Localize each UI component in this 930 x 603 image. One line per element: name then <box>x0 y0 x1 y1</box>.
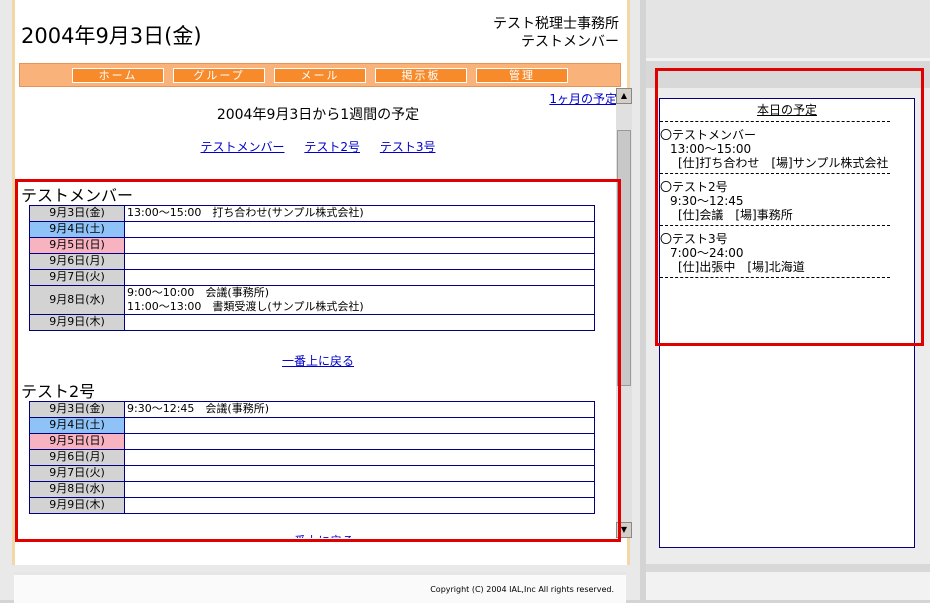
entry-cell: 9:30～12:45 会議(事務所) <box>124 401 595 418</box>
today-entry[interactable]: 〇テストメンバー 13:00～15:00 [仕]打ち合わせ [場]サンプル株式会… <box>660 128 914 170</box>
day-cell: 9月8日(水) <box>29 481 125 498</box>
today-entry-time: 13:00～15:00 <box>670 142 752 156</box>
entry-cell <box>124 497 595 514</box>
nav-mail-button[interactable]: メール <box>274 67 366 83</box>
day-cell: 9月8日(水) <box>29 285 125 315</box>
entry-cell <box>124 417 595 434</box>
today-entry-time: 7:00～24:00 <box>670 246 744 260</box>
divider <box>660 173 890 174</box>
entry-cell: 9:00～10:00 会議(事務所) 11:00～13:00 書類受渡し(サンプ… <box>124 285 595 315</box>
entry-cell <box>124 314 595 331</box>
day-cell: 9月9日(木) <box>29 497 125 514</box>
nav-admin-button[interactable]: 管理 <box>476 67 568 83</box>
back-to-top-link[interactable]: 一番上に戻る <box>282 354 354 368</box>
today-entry-time: 9:30～12:45 <box>670 194 744 208</box>
member-link-test-2[interactable]: テスト2号 <box>304 140 360 154</box>
nav-group-button[interactable]: グループ <box>173 67 265 83</box>
table-row: 9月6日(月) <box>29 253 595 270</box>
table-row: 9月9日(木) <box>29 314 595 331</box>
day-cell: 9月3日(金) <box>29 401 125 418</box>
office-name: テスト税理士事務所 <box>493 16 619 32</box>
day-cell: 9月5日(日) <box>29 237 125 254</box>
table-row: 9月5日(日) <box>29 237 595 254</box>
day-cell: 9月9日(木) <box>29 314 125 331</box>
page-date: 2004年9月3日(金) <box>21 24 202 48</box>
entry-cell <box>124 433 595 450</box>
day-cell: 9月7日(火) <box>29 269 125 286</box>
table-row: 9月6日(月) <box>29 449 595 466</box>
table-row: 9月7日(火) <box>29 465 595 482</box>
week-title: 2004年9月3日から1週間の予定 <box>216 107 420 123</box>
today-entry-name: 〇テスト3号 <box>660 232 728 246</box>
member-links: テストメンバー テスト2号 テスト3号 <box>19 138 617 155</box>
today-entry-name: 〇テストメンバー <box>660 128 757 142</box>
right-frame: 本日の予定 〇テストメンバー 13:00～15:00 [仕]打ち合わせ [場]サ… <box>646 0 930 600</box>
entry-cell <box>124 253 595 270</box>
back-to-top: 一番上に戻る <box>19 352 617 369</box>
office-info: テスト税理士事務所 テストメンバー <box>493 15 619 51</box>
day-cell: 9月4日(土) <box>29 417 125 434</box>
back-to-top-link[interactable]: 一番上に戻る <box>282 534 354 538</box>
nav-bar: ホーム グループ メール 掲示板 管理 <box>19 63 621 87</box>
nav-board-button[interactable]: 掲示板 <box>375 67 467 83</box>
back-to-top: 一番上に戻る <box>19 532 617 538</box>
entry-cell <box>124 481 595 498</box>
right-frame-top <box>646 0 930 61</box>
member-name: テストメンバー <box>521 34 619 50</box>
today-entry[interactable]: 〇テスト3号 7:00～24:00 [仕]出張中 [場]北海道 <box>660 232 914 274</box>
copyright-text: Copyright (C) 2004 IAL,Inc All rights re… <box>430 585 614 594</box>
entry-cell <box>124 221 595 238</box>
today-entry-name: 〇テスト2号 <box>660 180 728 194</box>
day-cell: 9月5日(日) <box>29 433 125 450</box>
member-link-test-3[interactable]: テスト3号 <box>380 140 436 154</box>
table-row: 9月3日(金) 13:00～15:00 打ち合わせ(サンプル株式会社) <box>29 205 595 222</box>
schedule-table: 9月3日(金) 13:00～15:00 打ち合わせ(サンプル株式会社) 9月4日… <box>29 205 595 331</box>
day-cell: 9月4日(土) <box>29 221 125 238</box>
table-row: 9月8日(水) 9:00～10:00 会議(事務所) 11:00～13:00 書… <box>29 285 595 315</box>
day-cell: 9月7日(火) <box>29 465 125 482</box>
day-cell: 9月6日(月) <box>29 253 125 270</box>
table-row: 9月4日(土) <box>29 417 595 434</box>
table-row: 9月4日(土) <box>29 221 595 238</box>
today-schedule-panel: 本日の予定 〇テストメンバー 13:00～15:00 [仕]打ち合わせ [場]サ… <box>659 98 915 548</box>
footer: Copyright (C) 2004 IAL,Inc All rights re… <box>14 572 626 603</box>
entry-cell: 13:00～15:00 打ち合わせ(サンプル株式会社) <box>124 205 595 222</box>
today-entry-detail: [仕]出張中 [場]北海道 <box>678 260 805 274</box>
section-title: テストメンバー <box>21 186 134 205</box>
table-row: 9月8日(水) <box>29 481 595 498</box>
member-link-test-member[interactable]: テストメンバー <box>201 140 285 154</box>
entry-cell <box>124 237 595 254</box>
day-cell: 9月3日(金) <box>29 205 125 222</box>
table-row: 9月3日(金) 9:30～12:45 会議(事務所) <box>29 401 595 418</box>
divider <box>660 121 890 122</box>
divider <box>660 277 890 278</box>
section-title: テスト2号 <box>21 382 96 401</box>
entry-cell <box>124 269 595 286</box>
schedule-entry[interactable]: 11:00～13:00 書類受渡し(サンプル株式会社) <box>127 300 592 314</box>
schedule-table: 9月3日(金) 9:30～12:45 会議(事務所) 9月4日(土) 9月5日(… <box>29 401 595 514</box>
entry-cell <box>124 449 595 466</box>
scroll-up-icon[interactable]: ▲ <box>616 88 632 104</box>
today-title: 本日の予定 <box>756 103 817 117</box>
schedule-entry[interactable]: 9:00～10:00 会議(事務所) <box>127 286 592 300</box>
schedule-scroll-area[interactable]: 1ヶ月の予定 2004年9月3日から1週間の予定 テストメンバー テスト2号 テ… <box>19 88 617 538</box>
table-row: 9月5日(日) <box>29 433 595 450</box>
table-row: 9月7日(火) <box>29 269 595 286</box>
day-cell: 9月6日(月) <box>29 449 125 466</box>
today-entry-detail: [仕]会議 [場]事務所 <box>678 208 793 222</box>
vertical-scrollbar[interactable]: ▲ ▼ <box>616 88 632 538</box>
divider <box>660 225 890 226</box>
scroll-down-icon[interactable]: ▼ <box>616 522 632 538</box>
today-entry-detail: [仕]打ち合わせ [場]サンプル株式会社 <box>678 156 889 170</box>
today-entry[interactable]: 〇テスト2号 9:30～12:45 [仕]会議 [場]事務所 <box>660 180 914 222</box>
scroll-thumb[interactable] <box>617 130 631 386</box>
nav-home-button[interactable]: ホーム <box>72 67 164 83</box>
main-page: 2004年9月3日(金) テスト税理士事務所 テストメンバー ホーム グループ … <box>12 0 632 565</box>
schedule-entry[interactable]: 13:00～15:00 打ち合わせ(サンプル株式会社) <box>127 206 592 220</box>
table-row: 9月9日(木) <box>29 497 595 514</box>
schedule-entry[interactable]: 9:30～12:45 会議(事務所) <box>127 402 592 416</box>
entry-cell <box>124 465 595 482</box>
right-frame-bottom <box>646 572 930 600</box>
